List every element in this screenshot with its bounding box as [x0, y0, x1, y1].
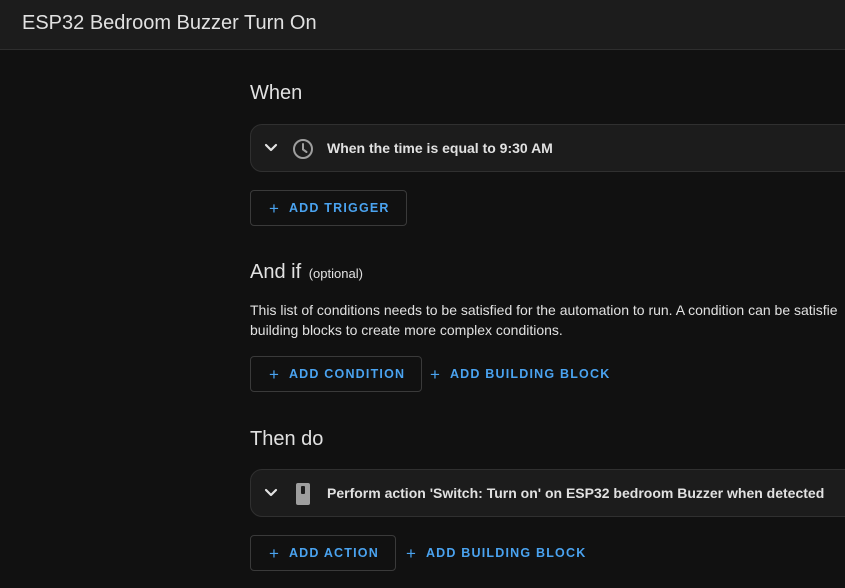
and-if-heading: And if (optional): [250, 261, 363, 284]
conditions-description-line1: This list of conditions needs to be sati…: [250, 302, 838, 318]
clock-icon: [293, 139, 313, 159]
add-building-block-label: ADD BUILDING BLOCK: [425, 546, 587, 560]
add-trigger-label: ADD TRIGGER: [288, 201, 390, 215]
chevron-down-icon[interactable]: [263, 139, 279, 157]
conditions-description: This list of conditions needs to be sati…: [250, 300, 845, 340]
action-description: Perform action 'Switch: Turn on' on ESP3…: [327, 485, 825, 501]
plus-icon: +: [269, 364, 279, 384]
plus-icon: +: [406, 543, 416, 563]
optional-label: (optional): [308, 266, 363, 281]
when-heading: When: [250, 82, 303, 104]
trigger-card[interactable]: When the time is equal to 9:30 AM: [250, 124, 845, 172]
switch-icon: [296, 483, 310, 505]
add-action-label: ADD ACTION: [288, 546, 379, 560]
plus-icon: +: [430, 364, 440, 384]
action-card[interactable]: Perform action 'Switch: Turn on' on ESP3…: [250, 469, 845, 517]
then-do-heading: Then do: [250, 428, 324, 450]
add-action-building-block-button[interactable]: + ADD BUILDING BLOCK: [406, 535, 586, 571]
add-condition-building-block-button[interactable]: + ADD BUILDING BLOCK: [430, 356, 610, 392]
page-title: ESP32 Bedroom Buzzer Turn On: [22, 12, 317, 34]
and-if-title: And if: [250, 261, 302, 283]
add-trigger-button[interactable]: + ADD TRIGGER: [250, 190, 407, 226]
add-condition-button[interactable]: + ADD CONDITION: [250, 356, 423, 392]
trigger-description: When the time is equal to 9:30 AM: [327, 140, 553, 156]
add-building-block-label: ADD BUILDING BLOCK: [449, 367, 611, 381]
plus-icon: +: [269, 543, 279, 563]
chevron-down-icon[interactable]: [263, 484, 279, 502]
plus-icon: +: [269, 198, 279, 218]
automation-editor: When When the time is equal to 9:30 AM +…: [250, 50, 845, 588]
conditions-description-line2: building blocks to create more complex c…: [250, 322, 563, 338]
add-condition-label: ADD CONDITION: [288, 367, 406, 381]
top-app-bar: ESP32 Bedroom Buzzer Turn On: [0, 0, 845, 50]
add-action-button[interactable]: + ADD ACTION: [250, 535, 396, 571]
